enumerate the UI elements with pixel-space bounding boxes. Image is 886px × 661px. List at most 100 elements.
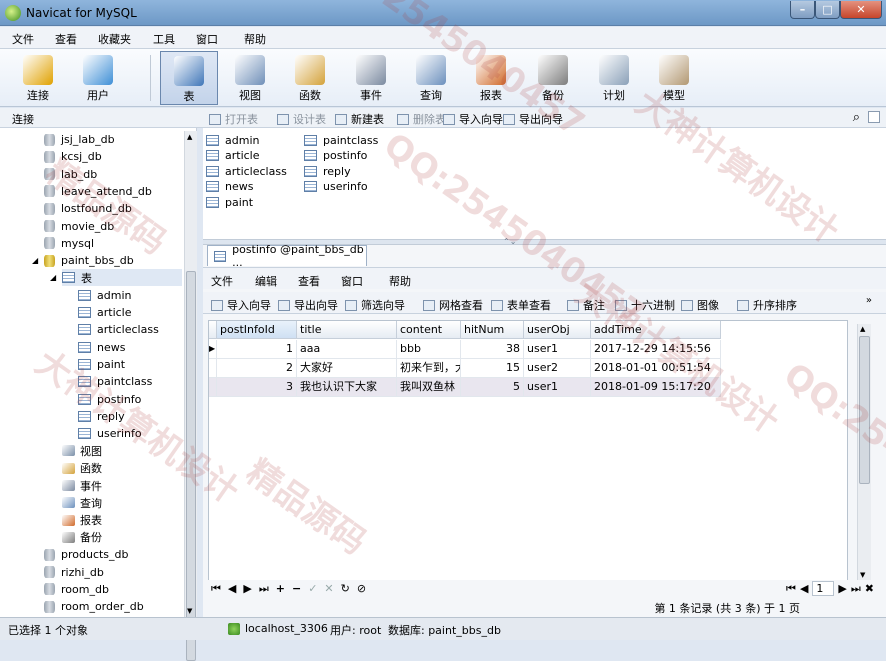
table-cell-userObj[interactable]: user1 — [524, 340, 591, 359]
tree-table-item[interactable]: admin — [78, 287, 131, 304]
add-record-icon[interactable]: + — [276, 582, 285, 596]
toolbar-backup-button[interactable]: 备份 — [524, 51, 582, 105]
subwindow-toolbar-button-4[interactable]: 表单查看 — [491, 297, 551, 313]
refresh-icon[interactable]: ↻ — [341, 582, 350, 596]
subwindow-menu-item-0[interactable]: 文件 — [211, 273, 233, 289]
tree-scrollbar[interactable]: ▲ ▼ — [184, 131, 197, 661]
maximize-button[interactable]: □ — [815, 1, 840, 19]
tree-db-item[interactable]: movie_db — [44, 218, 114, 235]
toolbar-function-button[interactable]: 函数 — [281, 51, 339, 105]
column-header-userObj[interactable]: userObj — [524, 321, 591, 339]
table-cell-userObj[interactable]: user2 — [524, 359, 591, 378]
object-item[interactable]: admin — [206, 132, 259, 148]
subwindow-toolbar-button-8[interactable]: 升序排序 — [737, 297, 797, 313]
object-item[interactable]: paint — [206, 194, 253, 210]
object-toolbar-button-5[interactable]: 导出向导 — [503, 111, 563, 127]
tree-db-item[interactable]: rizhi_db — [44, 564, 104, 581]
toolbar-event-button[interactable]: 事件 — [342, 51, 400, 105]
tree-db-item[interactable]: kcsj_db — [44, 148, 102, 165]
next-page-icon[interactable]: ▶ — [838, 582, 846, 595]
toolbar-table-button[interactable]: 表 — [160, 51, 218, 105]
tree-db-item[interactable]: leave_attend_db — [44, 183, 152, 200]
scroll-down-icon[interactable]: ▼ — [187, 607, 192, 615]
search-icon[interactable]: ⌕ — [853, 110, 860, 125]
tab-postinfo[interactable]: postinfo @paint_bbs_db ... — [207, 243, 367, 269]
page-settings-icon[interactable]: ✖ — [865, 582, 874, 595]
table-cell-postInfoId[interactable]: 2 — [217, 359, 297, 378]
toolbar-model-button[interactable]: 模型 — [645, 51, 703, 105]
column-header-postInfoId[interactable]: postInfoId — [217, 321, 297, 339]
tree-node-backup[interactable]: 备份 — [62, 529, 102, 546]
subwindow-menu-item-4[interactable]: 帮助 — [389, 273, 411, 289]
tree-db-item[interactable]: lab_db — [44, 166, 97, 183]
last-record-icon[interactable]: ⏭ — [259, 582, 269, 596]
object-toolbar-button-2[interactable]: 新建表 — [335, 111, 384, 127]
menu-item-3[interactable]: 工具 — [153, 31, 175, 47]
minimize-button[interactable]: – — [790, 1, 815, 19]
tree-table-item[interactable]: paint — [78, 356, 125, 373]
prev-page-icon[interactable]: ◀ — [800, 582, 808, 595]
object-item[interactable]: reply — [304, 163, 351, 179]
tree-db-item[interactable]: room_db — [44, 581, 109, 598]
table-cell-postInfoId[interactable]: 1 — [217, 340, 297, 359]
table-cell-addTime[interactable]: 2017-12-29 14:15:56 — [591, 340, 721, 359]
table-cell-addTime[interactable]: 2018-01-01 00:51:54 — [591, 359, 721, 378]
table-cell-addTime[interactable]: 2018-01-09 15:17:20 — [591, 378, 721, 397]
table-cell-content[interactable]: 我叫双鱼林 — [397, 378, 461, 397]
subwindow-toolbar-button-3[interactable]: 网格查看 — [423, 297, 483, 313]
tree-table-item[interactable]: reply — [78, 408, 125, 425]
tree-table-item[interactable]: userinfo — [78, 425, 142, 442]
delete-record-icon[interactable]: − — [292, 582, 301, 596]
tree-table-item[interactable]: paintclass — [78, 373, 152, 390]
tree-db-item-open[interactable]: ◢ paint_bbs_db — [32, 252, 134, 269]
column-header-title[interactable]: title — [297, 321, 397, 339]
stop-icon[interactable]: ⊘ — [357, 582, 366, 596]
toolbar-overflow-icon[interactable]: » — [866, 295, 872, 306]
tree-node-function[interactable]: 函数 — [62, 460, 102, 477]
subwindow-toolbar-button-1[interactable]: 导出向导 — [278, 297, 338, 313]
expand-arrow-icon[interactable]: ◢ — [50, 273, 56, 282]
table-cell-content[interactable]: bbb — [397, 340, 461, 359]
table-cell-content[interactable]: 初来乍到，大 — [397, 359, 461, 378]
last-page-icon[interactable]: ⏭ — [851, 582, 861, 596]
scroll-up-icon[interactable]: ▲ — [860, 325, 865, 333]
object-item[interactable]: userinfo — [304, 179, 368, 195]
object-item[interactable]: articleclass — [206, 163, 287, 179]
menu-item-2[interactable]: 收藏夹 — [98, 31, 131, 47]
subwindow-toolbar-button-6[interactable]: 十六进制 — [615, 297, 675, 313]
tree-tables-node[interactable]: ◢ 表 — [50, 269, 182, 287]
tree-table-item[interactable]: articleclass — [78, 321, 159, 338]
table-cell-title[interactable]: 我也认识下大家 — [297, 378, 397, 397]
tree-table-item[interactable]: postinfo — [78, 391, 141, 408]
row-indicator[interactable] — [209, 359, 217, 378]
tree-db-item[interactable]: products_db — [44, 546, 129, 563]
prev-record-icon[interactable]: ◀ — [228, 582, 236, 596]
table-cell-userObj[interactable]: user1 — [524, 378, 591, 397]
table-cell-hitNum[interactable]: 15 — [461, 359, 524, 378]
subwindow-menu-item-2[interactable]: 查看 — [298, 273, 320, 289]
tree-node-query[interactable]: 查询 — [62, 494, 102, 511]
menu-item-0[interactable]: 文件 — [12, 31, 34, 47]
subwindow-toolbar-button-2[interactable]: 筛选向导 — [345, 297, 405, 313]
first-record-icon[interactable]: ⏮ — [211, 582, 221, 596]
tree-node-event[interactable]: 事件 — [62, 477, 102, 494]
scroll-down-icon[interactable]: ▼ — [860, 571, 865, 579]
toolbar-view-button[interactable]: 视图 — [221, 51, 279, 105]
row-indicator[interactable]: ▶ — [209, 340, 217, 359]
tree-table-item[interactable]: news — [78, 339, 125, 356]
column-header-addTime[interactable]: addTime — [591, 321, 721, 339]
cancel-icon[interactable]: ✕ — [324, 582, 333, 596]
expand-arrow-icon[interactable]: ◢ — [32, 256, 38, 265]
tree-table-item[interactable]: article — [78, 304, 132, 321]
grid-scrollbar[interactable]: ▲ ▼ — [857, 324, 871, 580]
tree-db-item[interactable]: jsj_lab_db — [44, 131, 115, 148]
column-header-content[interactable]: content — [397, 321, 461, 339]
table-cell-title[interactable]: aaa — [297, 340, 397, 359]
table-cell-title[interactable]: 大家好 — [297, 359, 397, 378]
tree-db-item[interactable]: lostfound_db — [44, 200, 132, 217]
toolbar-report-button[interactable]: 报表 — [462, 51, 520, 105]
tree-node-view[interactable]: 视图 — [62, 442, 102, 459]
object-toolbar-button-4[interactable]: 导入向导 — [443, 111, 503, 127]
subwindow-menu-item-1[interactable]: 编辑 — [255, 273, 277, 289]
next-record-icon[interactable]: ▶ — [243, 582, 251, 596]
